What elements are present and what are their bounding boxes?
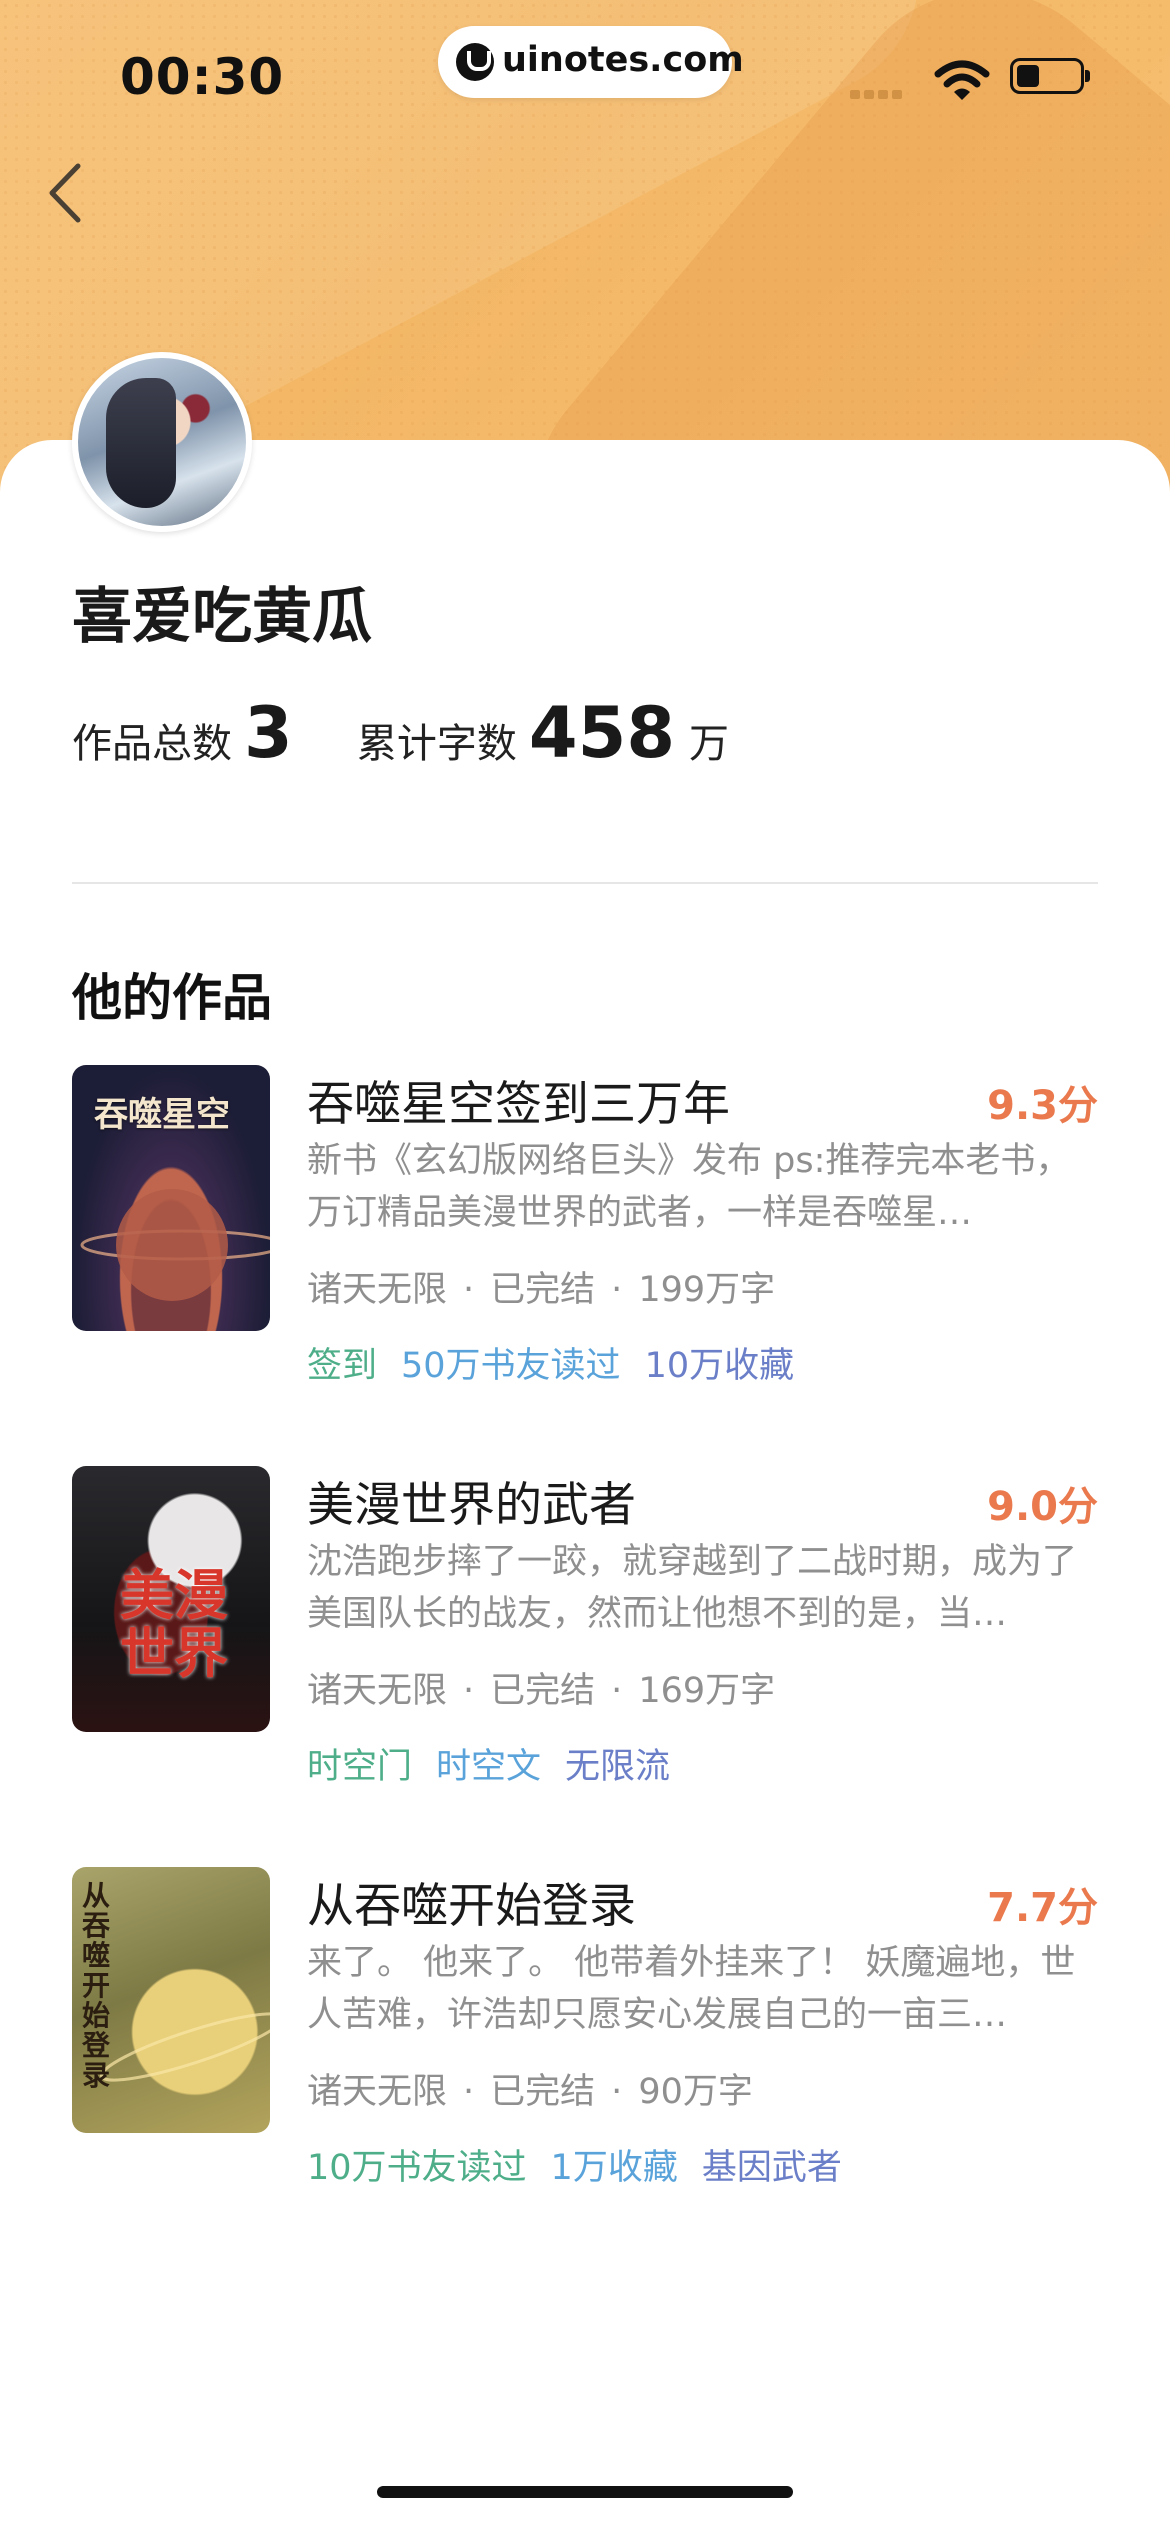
- work-status: 已完结: [490, 1270, 596, 1310]
- work-score: 7.7分: [987, 1885, 1098, 1931]
- work-score: 9.3分: [987, 1083, 1098, 1129]
- work-category: 诸天无限: [307, 2072, 448, 2112]
- back-chevron-icon[interactable]: [44, 160, 88, 226]
- book-cover[interactable]: 从吞噬开始登录: [72, 1867, 270, 2133]
- work-tag[interactable]: 签到: [307, 1346, 377, 1386]
- work-meta: 诸天无限 · 已完结 · 169万字: [307, 1671, 776, 1711]
- planet-ring-icon: [80, 1189, 270, 1301]
- wifi-icon: [934, 60, 990, 100]
- work-tags: 签到 50万书友读过 10万收藏: [307, 1337, 818, 1388]
- work-word-count: 169万字: [638, 1671, 776, 1711]
- cellular-signal-icon: [850, 84, 906, 103]
- author-name: 喜爱吃黄瓜: [72, 582, 372, 652]
- work-score: 9.0分: [987, 1484, 1098, 1530]
- work-meta: 诸天无限 · 已完结 · 90万字: [307, 2072, 753, 2112]
- book-cover[interactable]: 吞噬星空: [72, 1065, 270, 1331]
- status-time: 00:30: [120, 48, 285, 106]
- cover-title: 美漫世界: [120, 1563, 228, 1685]
- work-status: 已完结: [490, 1671, 596, 1711]
- work-meta: 诸天无限 · 已完结 · 199万字: [307, 1270, 776, 1310]
- total-words-unit: 万: [689, 721, 730, 767]
- status-bar: 00:30 uinotes.com: [0, 0, 1170, 150]
- home-indicator[interactable]: [377, 2486, 793, 2498]
- work-tag[interactable]: 50万书友读过: [401, 1346, 621, 1386]
- divider: [72, 882, 1098, 884]
- site-pill: uinotes.com: [438, 26, 744, 98]
- work-title[interactable]: 从吞噬开始登录: [307, 1867, 636, 1936]
- works-count-label: 作品总数: [72, 721, 232, 767]
- work-category: 诸天无限: [307, 1270, 448, 1310]
- work-tag[interactable]: 10万书友读过: [307, 2148, 527, 2188]
- author-avatar[interactable]: [72, 352, 252, 532]
- total-words-value: 458: [528, 692, 676, 774]
- uinotes-logo-icon: [456, 43, 494, 81]
- site-pill-label: uinotes.com: [502, 40, 744, 80]
- work-category: 诸天无限: [307, 1671, 448, 1711]
- work-word-count: 199万字: [638, 1270, 776, 1310]
- section-title-works: 他的作品: [72, 969, 272, 1027]
- cover-title: 吞噬星空: [94, 1095, 230, 1135]
- work-tag[interactable]: 1万收藏: [551, 2148, 678, 2188]
- battery-icon: [1010, 58, 1090, 94]
- work-tags: 时空门 时空文 无限流: [307, 1738, 694, 1789]
- work-tags: 10万书友读过 1万收藏 基因武者: [307, 2139, 866, 2190]
- work-description: 沈浩跑步摔了一跤，就穿越到了二战时期，成为了美国队长的战友，然而让他想不到的是，…: [307, 1542, 1078, 1634]
- work-item[interactable]: 吞噬星空 吞噬星空签到三万年 9.3分 新书《玄幻版网络巨头》发布 ps:推荐完…: [72, 1065, 1098, 1405]
- work-tag[interactable]: 基因武者: [702, 2148, 842, 2188]
- work-tag[interactable]: 时空文: [436, 1747, 541, 1787]
- work-tag[interactable]: 无限流: [565, 1747, 670, 1787]
- work-tag[interactable]: 时空门: [307, 1747, 412, 1787]
- work-item[interactable]: 从吞噬开始登录 从吞噬开始登录 7.7分 来了。 他来了。 他带着外挂来了！ 妖…: [72, 1867, 1098, 2207]
- author-stats: 作品总数 3 累计字数 458 万: [72, 692, 730, 774]
- cover-title: 从吞噬开始登录: [82, 1879, 111, 2092]
- book-cover[interactable]: 美漫世界: [72, 1466, 270, 1732]
- work-description: 新书《玄幻版网络巨头》发布 ps:推荐完本老书，万订精品美漫世界的武者，一样是吞…: [307, 1141, 1071, 1233]
- work-description: 来了。 他来了。 他带着外挂来了！ 妖魔遍地，世人苦难，许浩却只愿安心发展自己的…: [307, 1943, 1076, 2035]
- work-item[interactable]: 美漫世界 美漫世界的武者 9.0分 沈浩跑步摔了一跤，就穿越到了二战时期，成为了…: [72, 1466, 1098, 1806]
- total-words-label: 累计字数: [356, 721, 517, 767]
- work-word-count: 90万字: [638, 2072, 753, 2112]
- work-status: 已完结: [490, 2072, 596, 2112]
- work-title[interactable]: 美漫世界的武者: [307, 1466, 636, 1535]
- work-title[interactable]: 吞噬星空签到三万年: [307, 1065, 730, 1134]
- works-count-value: 3: [244, 692, 293, 774]
- work-tag[interactable]: 10万收藏: [645, 1346, 795, 1386]
